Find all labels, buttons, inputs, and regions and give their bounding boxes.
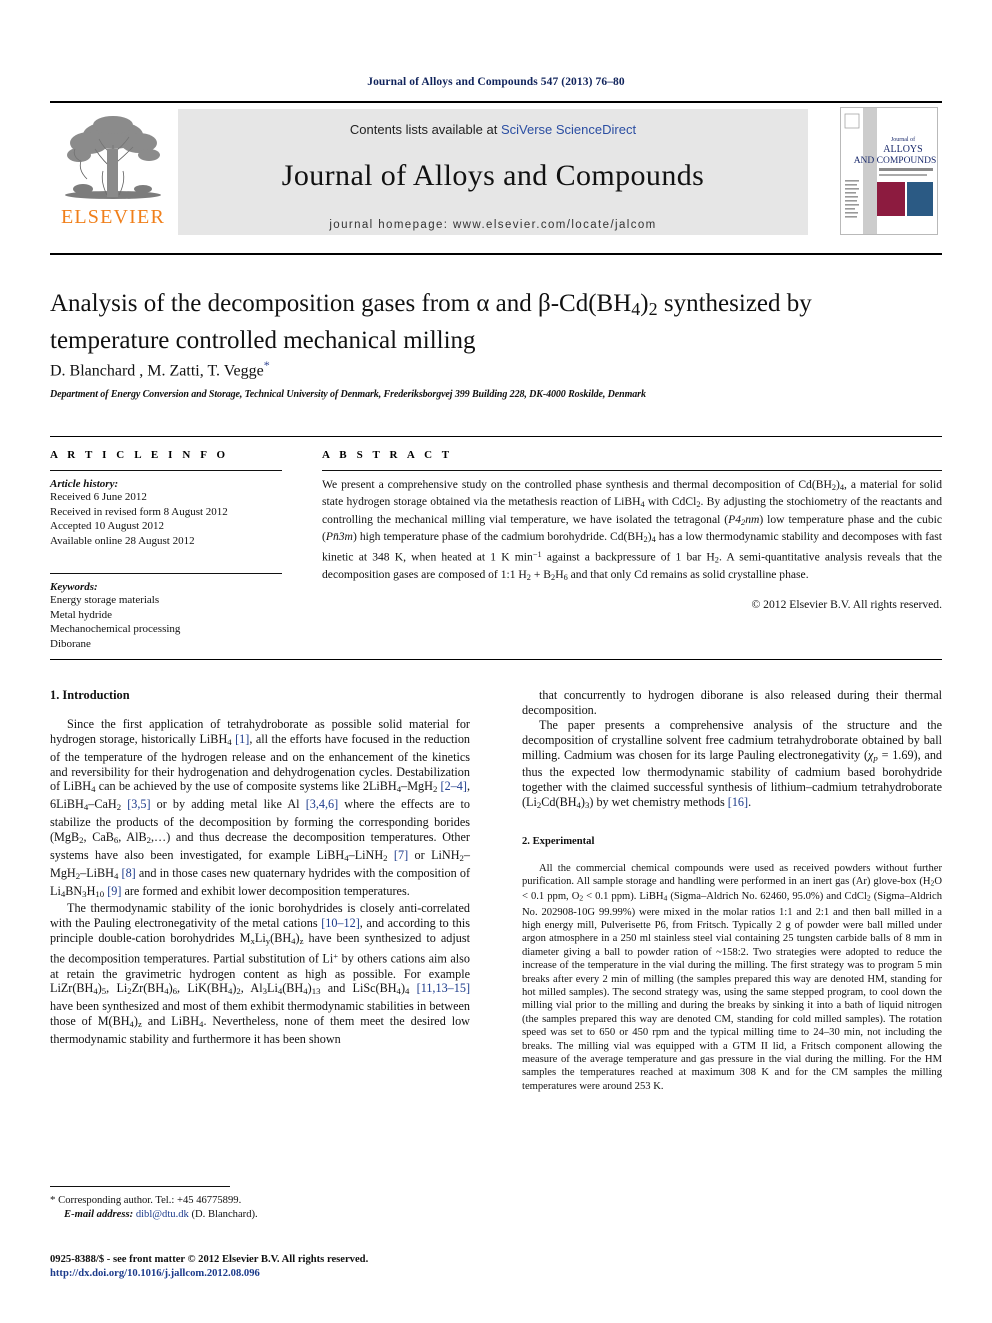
title-line-2: temperature controlled mechanical millin… xyxy=(50,326,476,354)
keywords-rule xyxy=(50,573,282,574)
email-link[interactable]: dibl@dtu.dk xyxy=(136,1209,189,1220)
keyword-item: Metal hydride xyxy=(50,608,113,621)
elsevier-wordmark: ELSEVIER xyxy=(60,206,166,228)
history-item: Accepted 10 August 2012 xyxy=(50,520,164,532)
sciencedirect-link[interactable]: SciVerse ScienceDirect xyxy=(501,122,636,137)
email-owner: (D. Blanchard). xyxy=(191,1209,258,1220)
body-column-left: 1. Introduction Since the first applicat… xyxy=(50,688,470,1047)
page-title: Analysis of the decomposition gases from… xyxy=(50,288,930,356)
citation-link[interactable]: [3,4,6] xyxy=(306,797,339,811)
corresponding-author-text: Corresponding author. Tel.: +45 46775899… xyxy=(58,1195,242,1206)
citation-link[interactable]: [9] xyxy=(107,884,121,898)
email-note: E-mail address: dibl@dtu.dk (D. Blanchar… xyxy=(50,1208,470,1222)
elsevier-logo: ELSEVIER xyxy=(52,109,174,235)
section-heading-experimental: 2. Experimental xyxy=(522,836,595,848)
masthead-band: Contents lists available at SciVerse Sci… xyxy=(178,109,808,235)
abstract-column: A B S T R A C T We present a comprehensi… xyxy=(322,449,942,611)
experimental-section: 2. Experimental All the commercial chemi… xyxy=(522,835,942,1093)
footnote-divider xyxy=(50,1186,230,1187)
paragraph: that concurrently to hydrogen diborane i… xyxy=(522,688,942,717)
citation-link[interactable]: [16] xyxy=(728,795,748,809)
keyword-item: Energy storage materials xyxy=(50,594,160,606)
contents-prefix: Contents lists available at xyxy=(349,122,501,137)
title-part-1: Analysis of the decomposition gases from… xyxy=(50,290,632,317)
article-history-label: Article history: xyxy=(50,478,119,490)
keywords-label: Keywords: xyxy=(50,581,98,593)
issn-line: 0925-8388/$ - see front matter © 2012 El… xyxy=(50,1254,369,1265)
history-item: Received in revised form 8 August 2012 xyxy=(50,505,228,518)
asterisk-icon: * xyxy=(50,1194,56,1206)
title-divider xyxy=(50,253,942,255)
citation-link[interactable]: [8] xyxy=(122,866,136,880)
doi-link[interactable]: http://dx.doi.org/10.1016/j.jallcom.2012… xyxy=(50,1267,550,1281)
svg-text:AND COMPOUNDS: AND COMPOUNDS xyxy=(854,156,937,166)
abstract-heading: A B S T R A C T xyxy=(322,449,453,461)
svg-text:Journal of: Journal of xyxy=(891,136,915,143)
abstract-copyright: © 2012 Elsevier B.V. All rights reserved… xyxy=(751,598,942,612)
corresponding-author-note: * Corresponding author. Tel.: +45 467758… xyxy=(50,1193,470,1208)
paragraph: The thermodynamic stability of the ionic… xyxy=(50,901,471,1047)
article-info-column: A R T I C L E I N F O Article history: R… xyxy=(50,449,282,651)
citation-link[interactable]: [7] xyxy=(394,848,408,862)
citation-link[interactable]: [10–12] xyxy=(321,916,360,930)
citation-link[interactable]: [2–4] xyxy=(441,779,467,793)
author-list: D. Blanchard , M. Zatti, T. Vegge* xyxy=(50,358,930,380)
title-sub-2: 2 xyxy=(648,298,658,319)
journal-homepage[interactable]: journal homepage: www.elsevier.com/locat… xyxy=(178,219,808,231)
article-info-heading: A R T I C L E I N F O xyxy=(50,449,229,461)
abstract-rule xyxy=(322,470,942,471)
journal-cover-thumbnail: Journal of ALLOYS AND COMPOUNDS xyxy=(840,107,938,235)
citation-link[interactable]: [1] xyxy=(235,732,249,746)
author-names: D. Blanchard , M. Zatti, T. Vegge xyxy=(50,362,264,380)
paragraph: Since the first application of tetrahydr… xyxy=(50,716,471,899)
citation-link[interactable]: [3,5] xyxy=(127,797,150,811)
journal-title: Journal of Alloys and Compounds xyxy=(281,159,705,192)
page-footer: 0925-8388/$ - see front matter © 2012 El… xyxy=(50,1253,550,1281)
contents-available-line: Contents lists available at SciVerse Sci… xyxy=(178,109,808,137)
paragraph: All the commercial chemical compounds we… xyxy=(522,863,942,1092)
citation-link[interactable]: [11,13–15] xyxy=(417,981,470,995)
history-item: Received 6 June 2012 xyxy=(50,491,147,503)
history-item: Available online 28 August 2012 xyxy=(50,534,195,547)
keyword-item: Mechanochemical processing xyxy=(50,623,181,635)
section-heading-introduction: 1. Introduction xyxy=(50,688,130,702)
svg-text:ALLOYS: ALLOYS xyxy=(883,144,922,155)
title-part-mid: ) xyxy=(640,290,649,317)
article-info-rule xyxy=(50,470,282,471)
running-head: Journal of Alloys and Compounds 547 (201… xyxy=(367,76,625,88)
footnote-block: * Corresponding author. Tel.: +45 467758… xyxy=(50,1193,470,1222)
info-abstract-region: A R T I C L E I N F O Article history: R… xyxy=(50,436,942,660)
keyword-item: Diborane xyxy=(50,637,91,650)
abstract-text: We present a comprehensive study on the … xyxy=(322,478,942,582)
elsevier-tree-icon xyxy=(57,109,169,205)
paragraph: The paper presents a comprehensive analy… xyxy=(522,717,943,811)
corresponding-author-marker: * xyxy=(263,358,270,372)
journal-masthead: ELSEVIER Contents lists available at Sci… xyxy=(50,101,942,237)
title-sub-1: 4 xyxy=(631,298,641,319)
title-part-2: synthesized by xyxy=(657,290,812,317)
journal-article-page: Journal of Alloys and Compounds 547 (201… xyxy=(0,0,992,1323)
body-column-right: that concurrently to hydrogen diborane i… xyxy=(522,688,942,1093)
email-label: E-mail address: xyxy=(64,1209,134,1220)
affiliation: Department of Energy Conversion and Stor… xyxy=(50,389,646,400)
